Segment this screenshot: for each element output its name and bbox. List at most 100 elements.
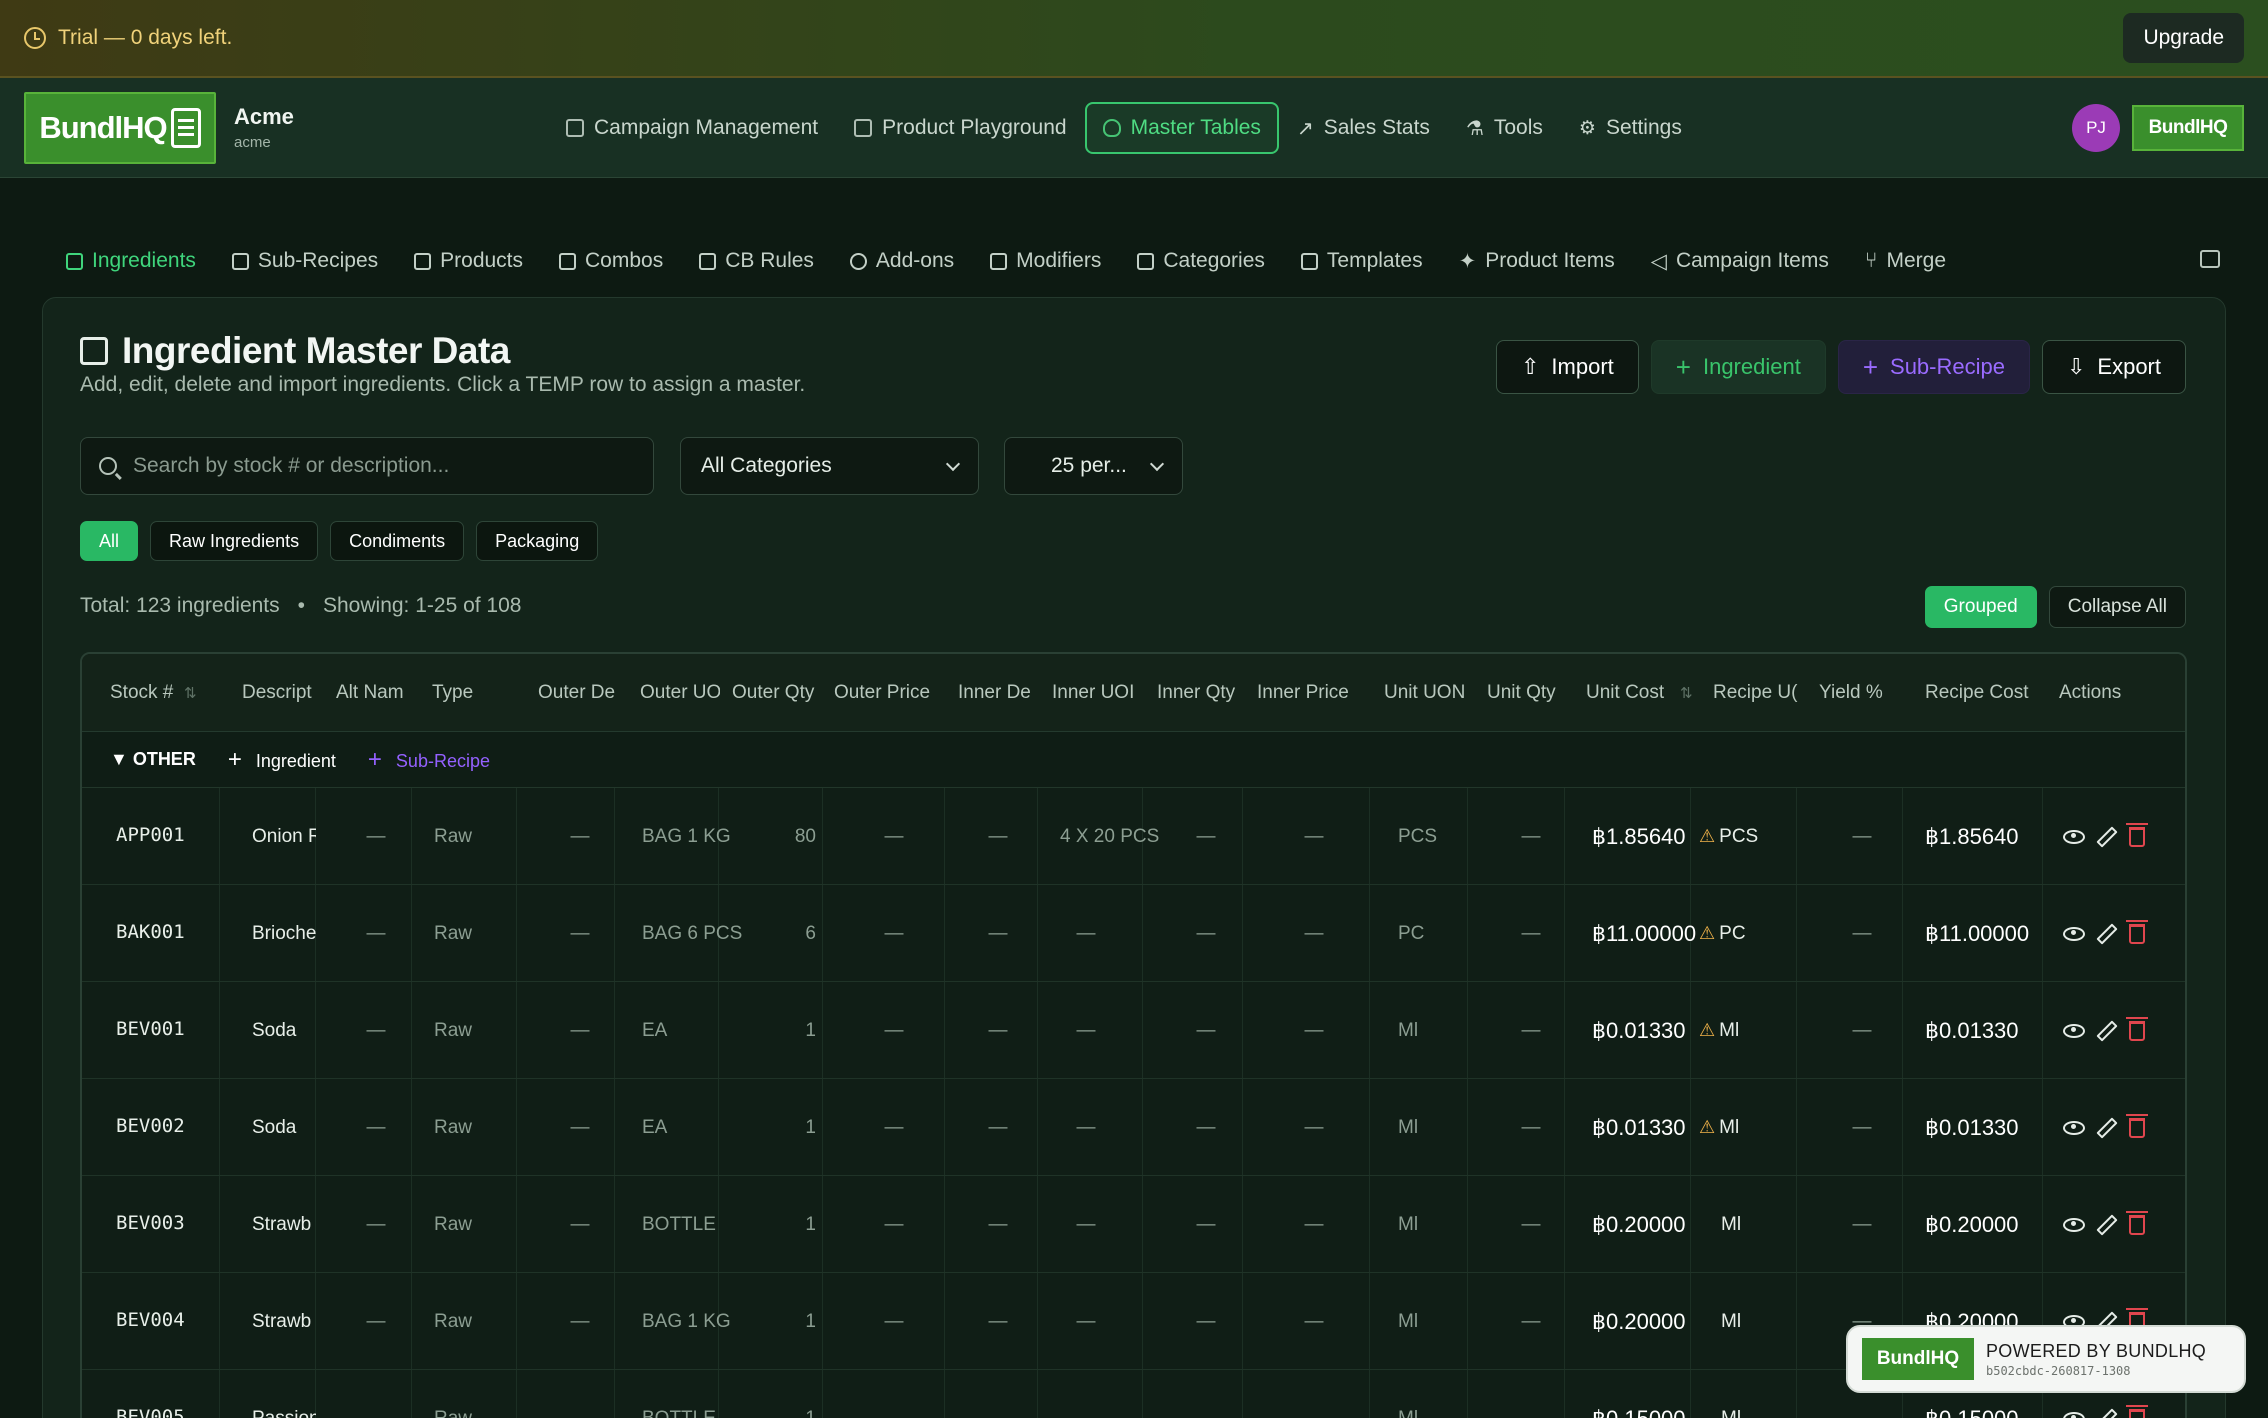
column-header-unit-qty: Unit Qty	[1487, 682, 1556, 703]
edit-icon[interactable]	[2096, 1116, 2118, 1139]
filter-condiments[interactable]: Condiments	[330, 521, 465, 561]
nav-settings[interactable]: ⚙ Settings	[1561, 102, 1700, 154]
nav-product-playground[interactable]: Product Playground	[836, 102, 1084, 154]
cell-alt: —	[366, 1407, 386, 1418]
tab-ingredients[interactable]: Ingredients	[50, 238, 214, 284]
group-add-subrecipe[interactable]: + Sub-Recipe	[368, 746, 490, 774]
view-icon[interactable]	[2063, 829, 2085, 844]
tab-templates[interactable]: Templates	[1283, 238, 1441, 284]
cell-outer-de: —	[570, 1310, 590, 1332]
view-icon[interactable]	[2063, 1411, 2085, 1418]
add-ingredient-button[interactable]: + Ingredient	[1650, 340, 1826, 394]
trash-icon[interactable]	[2126, 1210, 2148, 1235]
bundlhq-logo[interactable]: BundlHQ	[24, 92, 216, 164]
trash-icon[interactable]	[2126, 1404, 2148, 1418]
filter-packaging[interactable]: Packaging	[476, 521, 599, 561]
upgrade-button[interactable]: Upgrade	[2123, 13, 2244, 63]
filter-raw-ingredients[interactable]: Raw Ingredients	[150, 521, 319, 561]
cell-desc: Passion	[252, 1407, 316, 1418]
button-label: Ingredient	[1702, 354, 1801, 379]
trash-icon[interactable]	[2126, 822, 2148, 847]
table-row[interactable]: APP001 Onion R — Raw — BAG 1 KG 80— —4 X 20 PCS…	[82, 788, 2185, 885]
column-header-outer-qty: Outer Qty	[732, 682, 815, 703]
tab-cb-rules[interactable]: CB Rules	[681, 238, 832, 284]
flask-icon	[854, 119, 873, 137]
import-button[interactable]: ⇧ Import	[1495, 340, 1639, 394]
table-row[interactable]: BAK001 Brioche — Raw — BAG 6 PCS 6— — — — — PC — ฿11.…	[82, 885, 2185, 982]
table-row[interactable]: BEV003 Strawb — Raw — BOTTLE 1— — — — — Ml — ฿0.20000…	[82, 1176, 2185, 1273]
org-slug: acme	[234, 134, 271, 151]
view-icon[interactable]	[2063, 926, 2085, 941]
warning-icon[interactable]: ⚠	[1699, 923, 1715, 944]
org-name: Acme	[234, 104, 294, 129]
tab-add-ons[interactable]: Add-ons	[832, 238, 972, 284]
page-title-text: Ingredient Master Data	[122, 330, 510, 371]
category-select[interactable]: All Categories	[680, 437, 979, 495]
edit-icon[interactable]	[2096, 1407, 2118, 1418]
tab-sub-recipes[interactable]: Sub-Recipes	[214, 238, 396, 284]
powered-by-badge[interactable]: BundlHQ POWERED BY BUNDLHQ b502cbdc-2608…	[1846, 1325, 2246, 1393]
trash-icon[interactable]	[2126, 1016, 2148, 1041]
user-avatar[interactable]: PJ	[2072, 104, 2120, 152]
nav-master-tables[interactable]: Master Tables	[1084, 102, 1279, 154]
edit-icon[interactable]	[2096, 922, 2118, 945]
tab-campaign-items[interactable]: ◁ Campaign Items	[1633, 238, 1847, 284]
collapse-all-button[interactable]: Collapse All	[2048, 586, 2186, 628]
group-add-ingredient[interactable]: + Ingredient	[228, 746, 336, 774]
trash-icon[interactable]	[2126, 919, 2148, 944]
add-subrecipe-button[interactable]: + Sub-Recipe	[1837, 340, 2030, 394]
recipe-uom-value: Ml	[1721, 1310, 1742, 1332]
tab-products[interactable]: Products	[396, 238, 541, 284]
warning-icon[interactable]: ⚠	[1699, 826, 1715, 847]
warning-icon[interactable]: ⚠	[1699, 1117, 1715, 1138]
tab-merge[interactable]: ⑂ Merge	[1847, 238, 1964, 284]
beaker-icon: ⚗	[1465, 117, 1484, 140]
sort-icon[interactable]: ⇅	[1680, 684, 1693, 702]
cell-unit-cost: ฿0.20000	[1592, 1308, 1686, 1334]
tab-product-items[interactable]: ✦ Product Items	[1441, 238, 1633, 284]
tab-categories[interactable]: Categories	[1119, 238, 1283, 284]
search-field[interactable]	[80, 437, 654, 495]
search-input[interactable]	[133, 454, 613, 478]
per-page-select[interactable]: 25 per...	[1004, 437, 1183, 495]
cell-inner-qty: —	[1196, 922, 1216, 944]
warning-icon[interactable]: ⚠	[1699, 1020, 1715, 1041]
view-icon[interactable]	[2063, 1120, 2085, 1135]
recipe-uom-value: Ml	[1721, 1407, 1742, 1418]
tab-modifiers[interactable]: Modifiers	[972, 238, 1119, 284]
cell-yield: —	[1852, 1116, 1872, 1138]
edit-icon[interactable]	[2096, 1213, 2118, 1236]
trash-icon[interactable]	[2126, 1113, 2148, 1138]
database-icon	[699, 252, 717, 270]
cell-recipe-cost: ฿0.01330	[1925, 1017, 2019, 1043]
table-row[interactable]: BEV001 Soda — Raw — EA 1— — — — — Ml — ฿0.01330 ⚠ Ml — ฿0…	[82, 982, 2185, 1079]
cell-outer-de: —	[570, 1407, 590, 1418]
nav-label: Campaign Management	[594, 116, 819, 139]
edit-icon[interactable]	[2096, 1019, 2118, 1042]
sort-icon[interactable]: ⇅	[184, 684, 197, 702]
filter-all[interactable]: All	[80, 521, 139, 561]
card-actions: ⇧ Import + Ingredient + Sub-Recipe ⇩ Export	[1495, 340, 2186, 394]
cell-outer-de: —	[570, 1019, 590, 1041]
nav-tools[interactable]: ⚗ Tools	[1448, 102, 1561, 154]
export-button[interactable]: ⇩ Export	[2041, 340, 2186, 394]
cell-outer-qty: 1	[805, 1116, 816, 1138]
view-icon[interactable]	[2063, 1023, 2085, 1038]
group-row[interactable]: ▼ OTHER + Ingredient + Sub-Recipe	[82, 732, 2185, 788]
view-icon[interactable]	[2063, 1217, 2085, 1232]
nav-campaign-management[interactable]: Campaign Management	[548, 102, 836, 154]
layout-icon	[1300, 252, 1318, 270]
column-header-inner-de: Inner De	[958, 682, 1031, 703]
tab-combos[interactable]: Combos	[541, 238, 681, 284]
grouped-toggle[interactable]: Grouped	[1924, 586, 2037, 628]
org-switcher[interactable]: Acme acme	[234, 104, 294, 151]
nav-sales-stats[interactable]: ↗ Sales Stats	[1279, 102, 1448, 154]
cell-desc: Soda	[252, 1116, 297, 1138]
column-header-actions: Actions	[2059, 682, 2122, 703]
totals: Total: 123 ingredients • Showing: 1-25 o…	[80, 594, 521, 618]
cell-outer-price: —	[884, 1116, 904, 1138]
table-row[interactable]: BEV002 Soda — Raw — EA 1— — — — — Ml — ฿0.01330 ⚠ Ml — ฿0…	[82, 1079, 2185, 1176]
cell-outer-price: —	[884, 1310, 904, 1332]
image-icon[interactable]	[2200, 250, 2220, 268]
edit-icon[interactable]	[2096, 825, 2118, 848]
